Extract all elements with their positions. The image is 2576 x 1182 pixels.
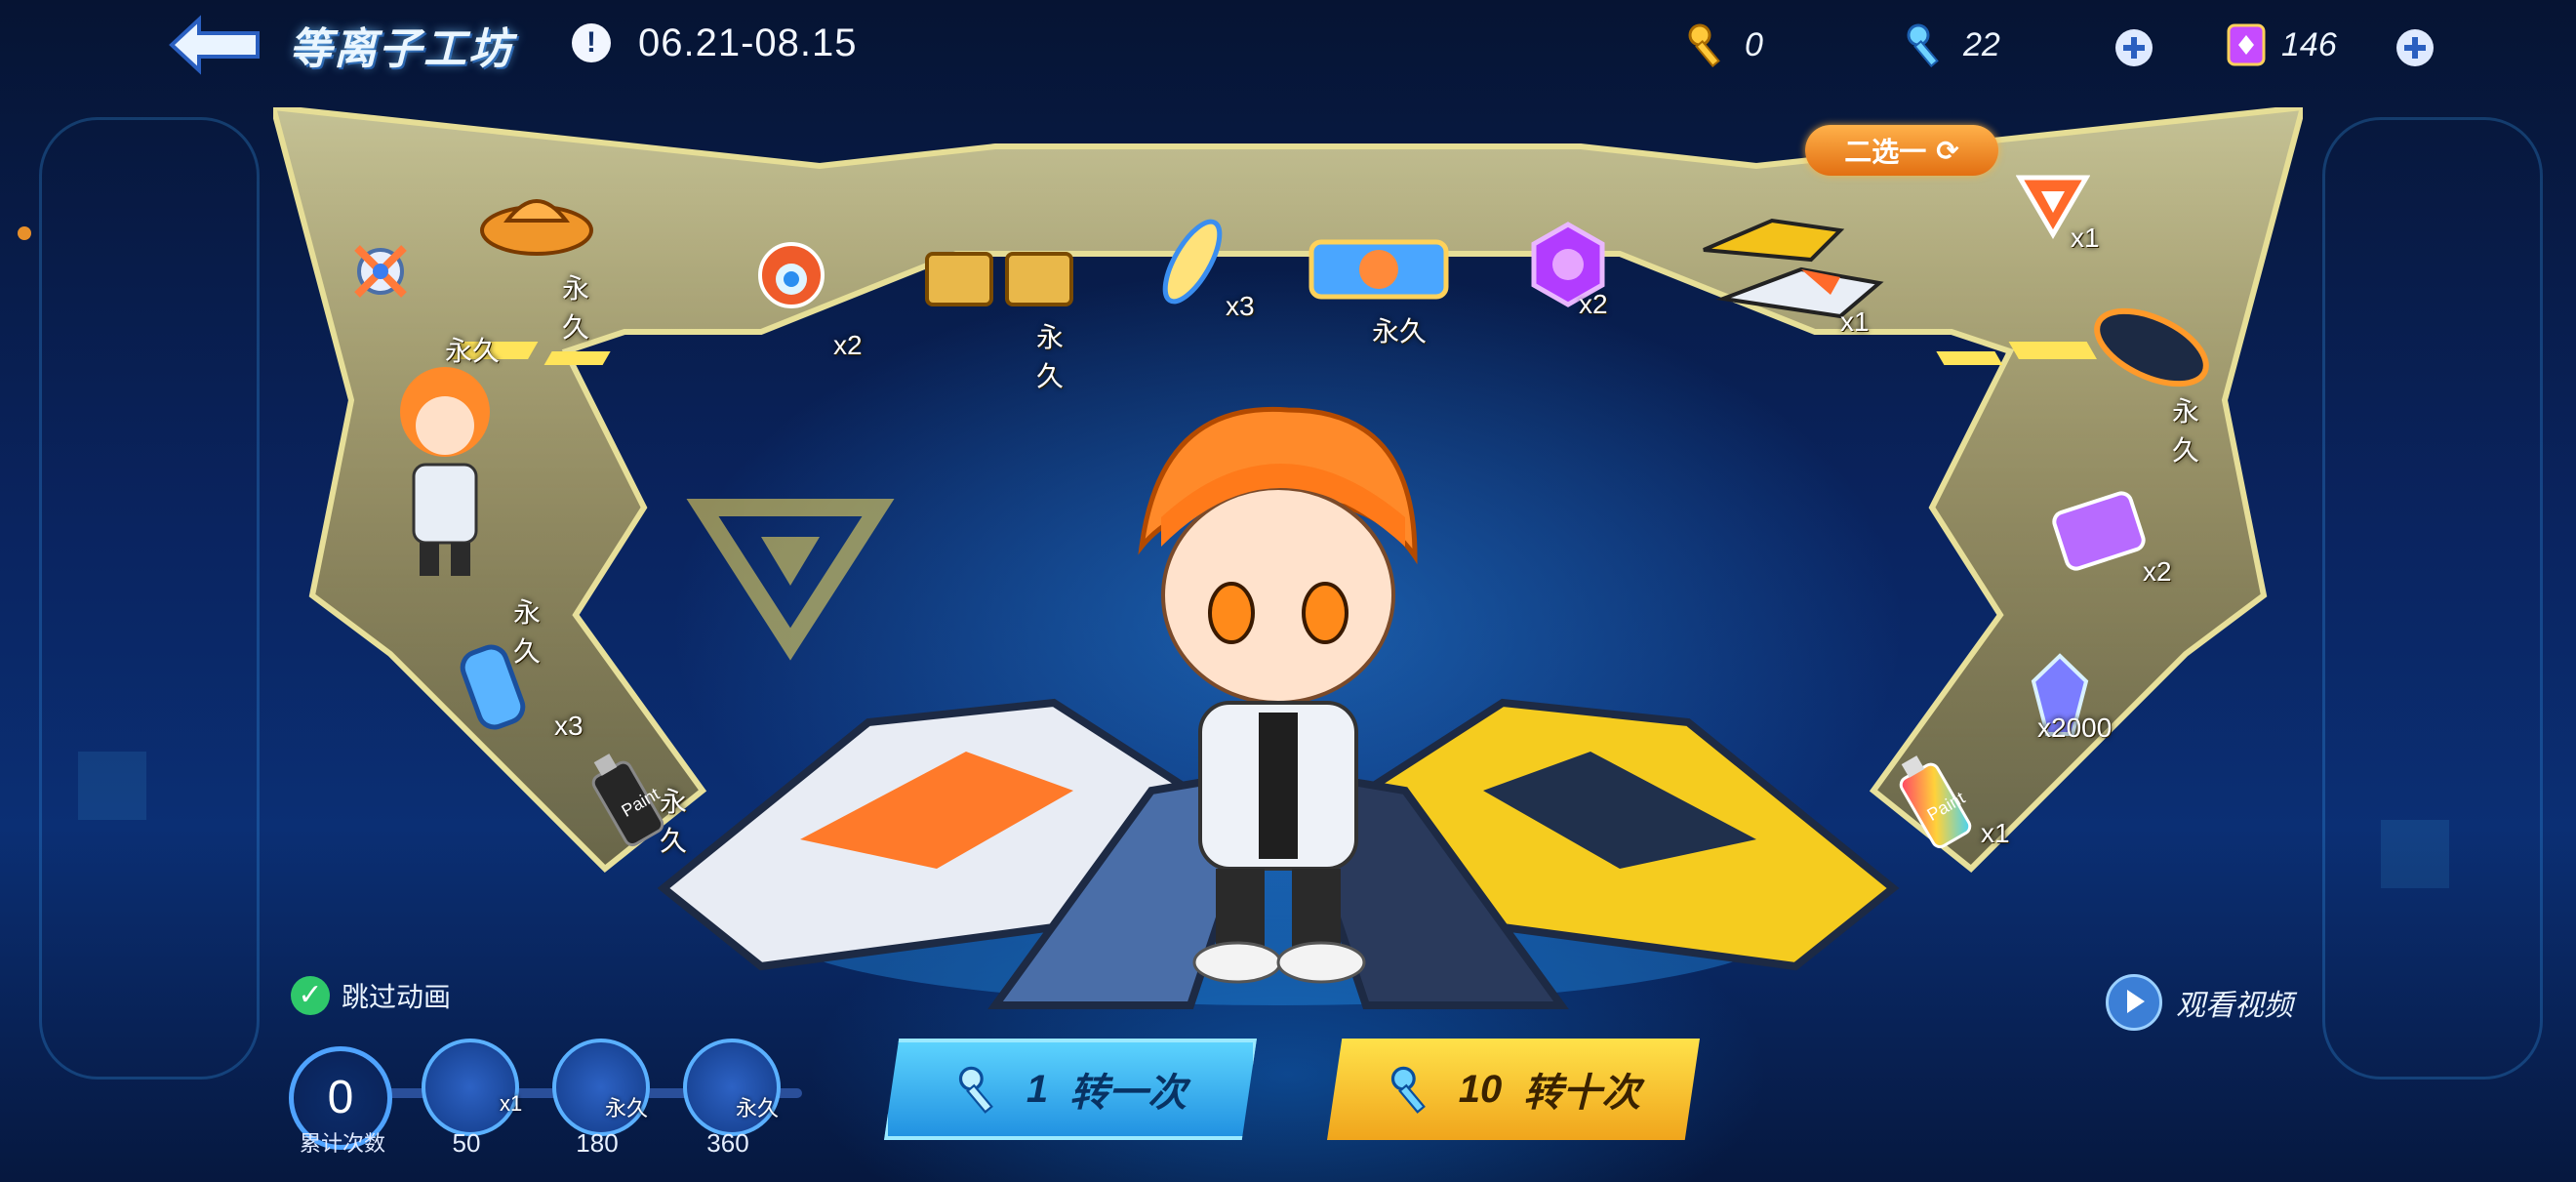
prize-label: x1 [1840,306,1870,337]
milestone-tag: 永久 [605,1096,649,1121]
prize-label: x3 [1226,291,1255,321]
surfboard-icon [1162,219,1223,305]
milestone-count: 180 [576,1128,619,1158]
bg-square [78,752,146,820]
currency-ticket: 146 [2225,18,2337,72]
skip-animation-label: 跳过动画 [342,982,452,1012]
orange-helmet-icon [480,199,593,256]
currency-gold-key: 0 [1684,18,1763,72]
prize-item-coin[interactable]: x2 [1524,221,1612,319]
choose-one-badge[interactable]: 二选一 ⟳ [1805,125,1998,176]
spin-ten-count: 10 [1458,1067,1503,1111]
prize-item-surfboard[interactable]: x3 [1153,213,1255,321]
currency-value: 146 [2281,25,2337,63]
gift-box-icon [422,1039,519,1136]
prize-label: x2000 [2037,713,2113,743]
watch-video-button[interactable]: 观看视频 [2106,974,2293,1031]
prize-item-hoverboard[interactable]: 永久 [2088,299,2215,466]
check-icon: ✓ [291,976,330,1015]
prize-item-emblem[interactable]: x1 [2015,172,2100,253]
currency-value: 0 [1745,25,1763,63]
back-button[interactable] [166,14,263,76]
bg-frame-right [2322,117,2543,1080]
bg-dot [18,226,31,240]
character-banner-icon [1308,239,1449,300]
page-title: 等离子工坊 [289,25,513,73]
card-pack-icon [2052,491,2146,571]
spin-once-label: 转一次 [1069,1072,1187,1115]
hoverboard-icon [2094,307,2209,387]
prize-item-crystal[interactable]: x2000 [2026,652,2112,743]
gold-key-icon [1688,23,1720,67]
milestone-tag: 永久 [736,1096,780,1121]
milestone-count: 360 [706,1128,749,1158]
prize-label: x2 [2143,556,2172,587]
prize-item-parts[interactable]: 永久 [921,244,1077,391]
add-blue-key-button[interactable] [2115,29,2153,66]
prize-item-helmet[interactable]: 永久 [478,182,595,343]
purple-ticket-icon [2227,23,2266,66]
prize-item-cars[interactable]: x1 [1694,201,1889,337]
prize-item-badge[interactable] [347,238,414,309]
prize-item-card-pack[interactable]: x2 [2045,488,2172,587]
nitro-can-icon [460,644,526,730]
prize-item-nitro[interactable]: x3 [449,638,584,741]
skip-animation-toggle[interactable]: ✓ 跳过动画 [291,976,451,1015]
milestone-360[interactable]: 永久 360 [683,1039,781,1158]
prize-label: 永久 [1372,316,1428,346]
robot-pet-icon [758,242,825,308]
back-arrow-icon [169,15,260,75]
blue-key-icon [1907,23,1939,67]
prize-label: x3 [554,711,584,741]
badge-icon [354,245,407,298]
spin-ten-button[interactable]: 10 转十次 [1327,1039,1700,1140]
choose-one-label: 二选一 [1844,137,1927,167]
currency-blue-key: 22 [1903,18,2000,72]
bg-square [2381,820,2449,888]
milestone-50[interactable]: x1 50 [422,1039,523,1158]
spin-once-count: 1 [1026,1067,1049,1111]
blue-key-icon [958,1066,993,1114]
event-dates: 06.21-08.15 [638,21,858,64]
character-outfit-icon [400,367,490,576]
spin-counter-label: 累计次数 [299,1131,385,1156]
gold-car-parts-icon [925,252,1073,306]
watch-video-label: 观看视频 [2176,990,2293,1022]
prize-label: x1 [2071,223,2100,253]
prize-label: 永久 [562,273,590,343]
prize-item-banner[interactable]: 永久 [1308,238,1450,346]
prize-label: 永久 [445,336,501,366]
spin-once-button[interactable]: 1 转一次 [884,1039,1257,1140]
prize-label: x2 [833,330,863,360]
milestone-tag: x1 [500,1091,523,1116]
milestone-180[interactable]: 永久 180 [552,1039,650,1158]
milestone-count: 50 [452,1128,481,1158]
play-icon [2106,974,2162,1031]
prize-label: x1 [1981,818,2010,848]
blue-key-icon [1390,1066,1426,1114]
info-icon[interactable]: ! [572,23,611,62]
prize-item-outfit[interactable]: 永久 永久 [384,336,541,667]
spin-ten-label: 转十次 [1523,1072,1641,1115]
bg-frame-left [39,117,260,1080]
add-ticket-button[interactable] [2396,29,2434,66]
refresh-icon: ⟳ [1936,135,1959,166]
prize-item-robot[interactable]: x2 [747,234,863,360]
prize-label: 永久 [2172,396,2200,466]
prize-label: x2 [1579,289,1608,319]
featured-character [1138,406,1418,984]
currency-value: 22 [1963,25,2000,63]
